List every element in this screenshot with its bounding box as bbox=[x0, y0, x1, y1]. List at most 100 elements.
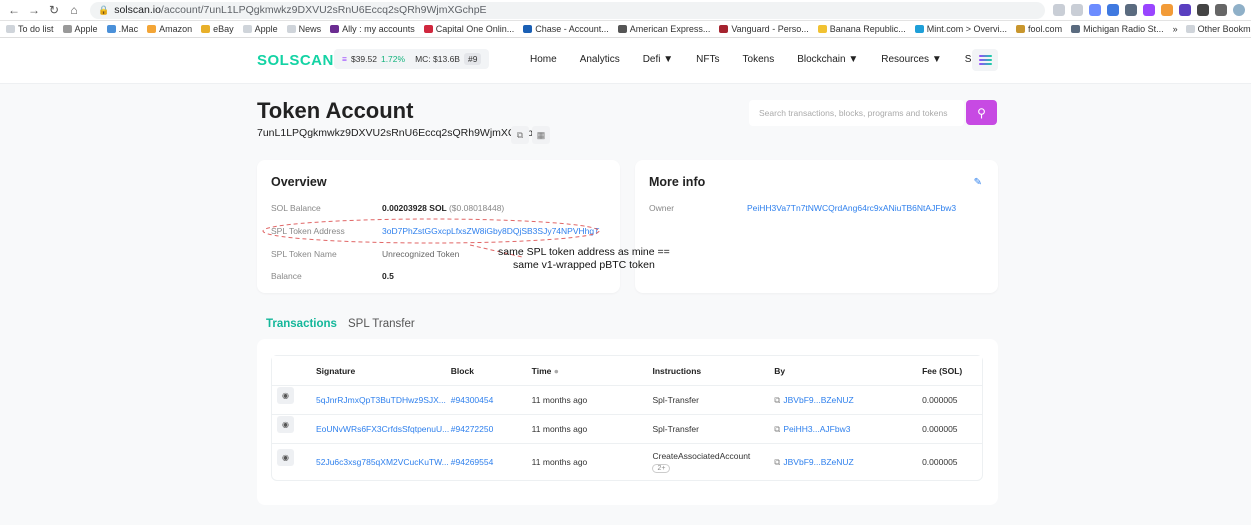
mint-icon bbox=[914, 25, 924, 33]
tab-spl-transfer[interactable]: SPL Transfer bbox=[348, 318, 415, 330]
table-row: ◉ EoUNvWRs6FX3CrfdsSfqtpenuU... #9427225… bbox=[272, 415, 982, 444]
bookmark-item[interactable]: Michigan Radio St... bbox=[1071, 24, 1164, 34]
signature-link[interactable]: 5qJnrRJmxQpT3BuTDHwz9SJX... bbox=[316, 395, 446, 405]
eye-icon[interactable]: ◉ bbox=[277, 416, 294, 433]
bookmark-item[interactable]: eBay bbox=[201, 24, 234, 34]
main-nav: Home Analytics Defi ▼ NFTs Tokens Blockc… bbox=[530, 54, 1018, 65]
sidebar-icon[interactable] bbox=[1215, 4, 1227, 16]
nav-tokens[interactable]: Tokens bbox=[743, 54, 775, 65]
market-rank: #9 bbox=[463, 53, 482, 65]
menu-icon[interactable] bbox=[972, 49, 998, 71]
avatar[interactable] bbox=[1233, 4, 1245, 16]
block-link[interactable]: #94272250 bbox=[451, 424, 532, 434]
bookmark-label: .Mac bbox=[118, 24, 139, 34]
bookmark-item[interactable]: To do list bbox=[6, 24, 54, 34]
by-cell: ⧉ JBVbF9...BZeNUZ bbox=[774, 457, 922, 468]
solscan-logo[interactable]: SOLSCAN bbox=[257, 52, 334, 69]
extension-icon[interactable] bbox=[1179, 4, 1191, 16]
table-row: ◉ 5qJnrRJmxQpT3BuTDHwz9SJX... #94300454 … bbox=[272, 386, 982, 415]
sol-price-pill: ≡ $39.52 1.72% MC: $13.6B #9 bbox=[334, 49, 490, 69]
site-header: SOLSCAN ≡ $39.52 1.72% MC: $13.6B #9 Hom… bbox=[0, 38, 1251, 84]
by-link[interactable]: JBVbF9...BZeNUZ bbox=[783, 395, 853, 405]
bookmark-item[interactable]: .Mac bbox=[106, 24, 139, 34]
bookmark-item[interactable]: Banana Republic... bbox=[817, 24, 906, 34]
bookmark-item[interactable]: fool.com bbox=[1016, 24, 1062, 34]
bookmark-item[interactable]: Apple bbox=[62, 24, 98, 34]
solana-icon: ≡ bbox=[342, 54, 347, 64]
by-link[interactable]: PeiHH3...AJFbw3 bbox=[783, 424, 850, 434]
copy-icon[interactable]: ⧉ bbox=[774, 424, 780, 434]
other-bookmarks[interactable]: Other Bookmarks bbox=[1185, 24, 1251, 34]
sol-balance-usd: ($0.08018448) bbox=[448, 203, 505, 213]
market-cap: MC: $13.6B bbox=[415, 54, 460, 64]
extension-icon[interactable] bbox=[1107, 4, 1119, 16]
bookmark-label: Vanguard - Perso... bbox=[731, 24, 809, 34]
copy-icon[interactable]: ⧉ bbox=[774, 395, 780, 405]
nav-resources[interactable]: Resources ▼ bbox=[881, 54, 941, 65]
search-button[interactable]: ⚲ bbox=[966, 100, 997, 125]
nav-home[interactable]: Home bbox=[530, 54, 557, 65]
block-link[interactable]: #94300454 bbox=[451, 395, 532, 405]
account-address: 7unL1LPQgkmwkz9DXVU2sRnU6Eccq2sQRh9WjmXG… bbox=[257, 127, 541, 139]
block-link[interactable]: #94269554 bbox=[451, 457, 532, 467]
bookmark-label: To do list bbox=[18, 24, 54, 34]
nav-blockchain[interactable]: Blockchain ▼ bbox=[797, 54, 858, 65]
vanguard-icon bbox=[719, 25, 729, 33]
owner-label: Owner bbox=[649, 203, 675, 213]
by-link[interactable]: JBVbF9...BZeNUZ bbox=[783, 457, 853, 467]
bookmark-item[interactable]: Capital One Onlin... bbox=[423, 24, 514, 34]
reload-icon[interactable]: ↻ bbox=[46, 2, 62, 18]
owner-link[interactable]: PeiHH3Va7Tn7tNWCQrdAng64rc9xANiuTB6NtAJF… bbox=[747, 203, 956, 213]
edit-icon[interactable]: ✎ bbox=[974, 177, 982, 188]
instructions-more-badge[interactable]: 2+ bbox=[652, 464, 671, 473]
info-icon[interactable]: ● bbox=[554, 366, 559, 376]
signature-link[interactable]: EoUNvWRs6FX3CrfdsSfqtpenuU... bbox=[316, 424, 449, 434]
eye-icon[interactable]: ◉ bbox=[277, 449, 294, 466]
header-time-label: Time bbox=[531, 365, 552, 376]
copy-icon[interactable]: ⧉ bbox=[774, 457, 780, 467]
copy-icon[interactable]: ⧉ bbox=[511, 126, 529, 144]
forward-icon[interactable]: → bbox=[26, 2, 42, 18]
bookmark-item[interactable]: Ally : my accounts bbox=[330, 24, 415, 34]
extension-icon[interactable] bbox=[1125, 4, 1137, 16]
bookmark-label: Apple bbox=[254, 24, 278, 34]
browser-toolbar: ← → ↻ ⌂ 🔒 solscan.io/account/7unL1LPQgkm… bbox=[0, 0, 1251, 21]
overview-title: Overview bbox=[271, 175, 327, 189]
search-input[interactable] bbox=[749, 100, 964, 126]
bookmark-item[interactable]: Mint.com > Overvi... bbox=[914, 24, 1007, 34]
folder-icon bbox=[242, 25, 252, 33]
address-bar[interactable]: 🔒 solscan.io/account/7unL1LPQgkmwkz9DXVU… bbox=[90, 1, 1045, 19]
bookmark-item[interactable]: News bbox=[286, 24, 321, 34]
folder-icon bbox=[1185, 25, 1195, 33]
bookmark-item[interactable]: Apple bbox=[242, 24, 278, 34]
nav-analytics[interactable]: Analytics bbox=[580, 54, 620, 65]
balance-value: 0.5 bbox=[382, 271, 394, 281]
by-cell: ⧉ JBVbF9...BZeNUZ bbox=[774, 395, 922, 406]
page-title: Token Account bbox=[257, 98, 414, 123]
signature-link[interactable]: 52Ju6c3xsg785qXM2VCucKuTW... bbox=[316, 457, 449, 467]
nav-nfts[interactable]: NFTs bbox=[696, 54, 719, 65]
puzzle-icon[interactable] bbox=[1197, 4, 1209, 16]
star-icon[interactable] bbox=[1071, 4, 1083, 16]
tab-transactions[interactable]: Transactions bbox=[266, 318, 337, 330]
home-icon[interactable]: ⌂ bbox=[66, 2, 82, 18]
eye-icon[interactable]: ◉ bbox=[277, 387, 294, 404]
folder-icon bbox=[286, 25, 296, 33]
bookmark-item[interactable]: American Express... bbox=[617, 24, 710, 34]
metamask-icon[interactable] bbox=[1161, 4, 1173, 16]
extension-icon[interactable] bbox=[1089, 4, 1101, 16]
qr-code-icon[interactable]: ▦ bbox=[532, 126, 550, 144]
bookmark-label: Amazon bbox=[159, 24, 193, 34]
michigan-radio-icon bbox=[1071, 25, 1081, 33]
header-instructions: Instructions bbox=[652, 365, 702, 376]
extension-icon[interactable] bbox=[1143, 4, 1155, 16]
share-icon[interactable] bbox=[1053, 4, 1065, 16]
bookmark-item[interactable]: Chase - Account... bbox=[523, 24, 609, 34]
bookmark-item[interactable]: Vanguard - Perso... bbox=[719, 24, 809, 34]
bookmarks-overflow[interactable]: » bbox=[1173, 24, 1178, 34]
signature-cell: ◉ EoUNvWRs6FX3CrfdsSfqtpenuU... bbox=[272, 416, 451, 434]
bookmark-item[interactable]: Amazon bbox=[147, 24, 192, 34]
sol-price: $39.52 bbox=[350, 54, 377, 64]
nav-defi[interactable]: Defi ▼ bbox=[643, 54, 673, 65]
back-icon[interactable]: ← bbox=[6, 2, 22, 18]
